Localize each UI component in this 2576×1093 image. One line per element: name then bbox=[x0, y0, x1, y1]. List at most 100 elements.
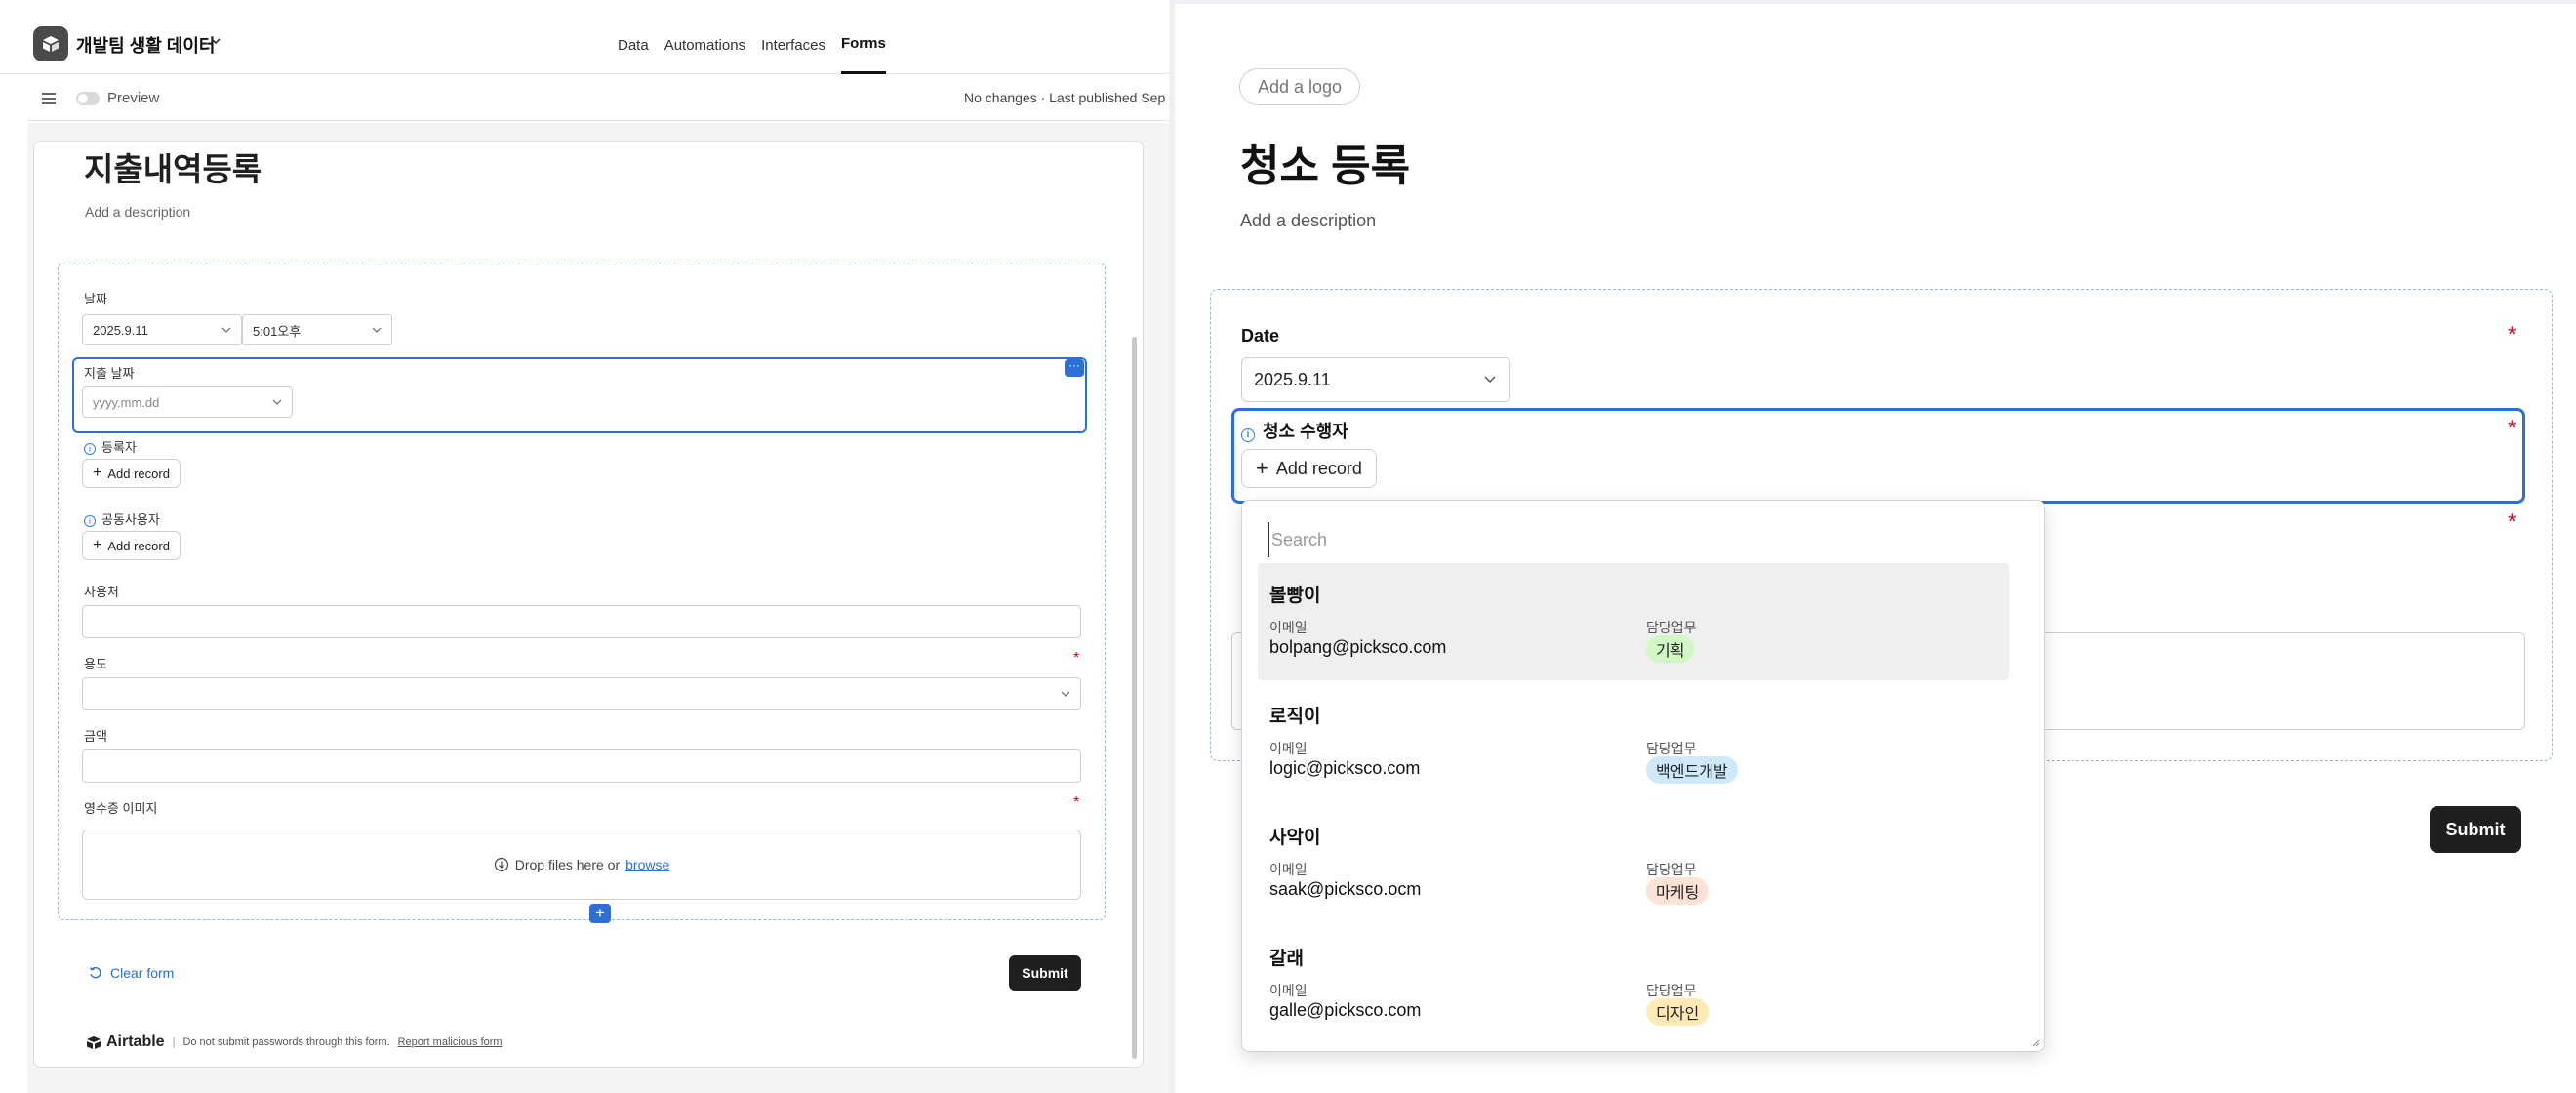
date-input[interactable]: 2025.9.11 bbox=[82, 314, 242, 345]
tab-interfaces[interactable]: Interfaces bbox=[761, 0, 825, 74]
add-record-button[interactable]: + Add record bbox=[82, 459, 181, 488]
info-icon: i bbox=[1241, 428, 1255, 442]
tab-data[interactable]: Data bbox=[618, 0, 649, 74]
form-title: 청소 등록 bbox=[1240, 142, 1411, 190]
tab-automations[interactable]: Automations bbox=[664, 0, 745, 74]
top-navigation-bar: 개발팀 생활 데이터 Data Automations Interfaces F… bbox=[0, 0, 1169, 74]
form-builder-window: 개발팀 생활 데이터 Data Automations Interfaces F… bbox=[0, 0, 1169, 1093]
submit-button[interactable]: Submit bbox=[2430, 806, 2521, 853]
email-value: bolpang@picksco.com bbox=[1269, 637, 1447, 657]
list-item[interactable]: 사악이 이메일 saak@picksco.ocm 담당업무 마케팅 bbox=[1258, 805, 2009, 922]
date-value: 2025.9.11 bbox=[93, 322, 148, 338]
plus-icon: + bbox=[93, 537, 102, 553]
email-key: 이메일 bbox=[1269, 620, 1308, 635]
add-logo-button[interactable]: Add a logo bbox=[1239, 68, 1361, 105]
field-label-purpose: 용도 bbox=[84, 657, 107, 671]
spend-date-input[interactable]: yyyy.mm.dd bbox=[82, 386, 293, 418]
email-value: galle@picksco.com bbox=[1269, 1000, 1422, 1020]
time-value: 5:01오후 bbox=[253, 323, 302, 339]
menu-icon[interactable] bbox=[41, 92, 57, 105]
required-mark: * bbox=[1073, 650, 1080, 667]
publish-status: No changes · Last published Sep bbox=[964, 90, 1166, 105]
field-label-date: Date bbox=[1241, 326, 1280, 345]
add-record-button[interactable]: + Add record bbox=[1241, 449, 1377, 488]
list-item[interactable]: 로직이 이메일 logic@picksco.com 담당업무 백엔드개발 bbox=[1258, 684, 2009, 801]
report-link[interactable]: Report malicious form bbox=[398, 1036, 503, 1048]
email-value: logic@picksco.com bbox=[1269, 758, 1421, 778]
role-key: 담당업무 bbox=[1646, 862, 1697, 877]
time-input[interactable]: 5:01오후 bbox=[242, 314, 392, 345]
list-item[interactable]: 볼빵이 이메일 bolpang@picksco.com 담당업무 기획 bbox=[1258, 563, 2009, 680]
form-title[interactable]: 지출내역등록 bbox=[84, 143, 262, 190]
clear-form-button[interactable]: Clear form bbox=[89, 965, 174, 981]
published-form-window: Add a logo 청소 등록 Add a description Date … bbox=[1169, 0, 2576, 1093]
field-label-amount: 금액 bbox=[84, 729, 107, 744]
record-name: 볼빵이 bbox=[1269, 586, 1321, 606]
required-mark: * bbox=[2508, 509, 2516, 534]
form-footer: Airtable | Do not submit passwords throu… bbox=[85, 1033, 503, 1051]
chevron-down-icon[interactable] bbox=[210, 36, 221, 46]
role-key: 담당업무 bbox=[1646, 620, 1697, 635]
form-card: 지출내역등록 Add a description 날짜 2025.9.11 5:… bbox=[33, 141, 1144, 1068]
add-field-button[interactable]: + bbox=[589, 904, 611, 923]
chevron-down-icon bbox=[372, 327, 382, 333]
reset-icon bbox=[89, 967, 101, 979]
info-icon: i bbox=[84, 443, 96, 455]
merchant-input[interactable] bbox=[82, 605, 1081, 638]
field-label-spend-date: 지출 날짜 bbox=[84, 366, 135, 381]
preview-toggle[interactable] bbox=[76, 92, 100, 105]
field-label-assignee: i 청소 수행자 bbox=[1241, 418, 1348, 443]
field-label-registrant: i 등록자 bbox=[84, 437, 137, 456]
role-key: 담당업무 bbox=[1646, 983, 1697, 998]
selected-field-outline[interactable] bbox=[1231, 408, 2525, 504]
plus-icon: + bbox=[1256, 456, 1268, 480]
search-input[interactable]: Search bbox=[1268, 522, 2009, 557]
airtable-logo-icon bbox=[87, 1036, 101, 1049]
amount-input[interactable] bbox=[82, 749, 1081, 783]
plus-icon: + bbox=[93, 465, 102, 481]
form-description: Add a description bbox=[1240, 211, 1377, 230]
submit-button[interactable]: Submit bbox=[1009, 955, 1081, 991]
required-mark: * bbox=[2508, 322, 2516, 346]
footer-notice: Do not submit passwords through this for… bbox=[182, 1036, 390, 1048]
info-icon: i bbox=[84, 515, 96, 527]
preview-label: Preview bbox=[107, 90, 160, 106]
chevron-down-icon bbox=[221, 327, 231, 333]
browse-link[interactable]: browse bbox=[625, 857, 669, 872]
role-tag: 마케팅 bbox=[1646, 877, 1710, 905]
date-value: 2025.9.11 bbox=[1254, 369, 1331, 389]
record-name: 갈래 bbox=[1269, 949, 1304, 969]
role-tag: 백엔드개발 bbox=[1646, 756, 1738, 784]
tab-forms[interactable]: Forms bbox=[840, 0, 886, 74]
footer-separator: | bbox=[172, 1036, 176, 1048]
role-key: 담당업무 bbox=[1646, 741, 1697, 756]
chevron-down-icon bbox=[272, 399, 282, 405]
upload-icon bbox=[494, 857, 508, 872]
file-drop-zone[interactable]: Drop files here or browse bbox=[82, 830, 1081, 900]
form-fields-area: 날짜 2025.9.11 5:01오후 ··· 지출 날짜 yyyy.mm.dd… bbox=[58, 263, 1106, 923]
date-input[interactable]: 2025.9.11 bbox=[1241, 357, 1510, 402]
record-name: 사악이 bbox=[1269, 828, 1321, 848]
airtable-logo: Airtable bbox=[85, 1033, 165, 1051]
form-description[interactable]: Add a description bbox=[85, 204, 190, 220]
base-logo-icon[interactable] bbox=[33, 26, 68, 61]
list-item[interactable]: 갈래 이메일 galle@picksco.com 담당업무 디자인 bbox=[1258, 926, 2009, 1043]
more-options-button[interactable]: ··· bbox=[1065, 359, 1084, 377]
add-record-button[interactable]: + Add record bbox=[82, 531, 181, 560]
field-label-co-user: i 공동사용자 bbox=[84, 509, 160, 528]
resize-handle-icon[interactable] bbox=[2031, 1037, 2040, 1047]
purpose-select[interactable] bbox=[82, 677, 1081, 710]
required-mark: * bbox=[1073, 794, 1080, 811]
email-value: saak@picksco.ocm bbox=[1269, 879, 1422, 899]
role-tag: 디자인 bbox=[1646, 998, 1710, 1026]
field-label-receipt: 영수증 이미지 bbox=[84, 801, 158, 816]
email-key: 이메일 bbox=[1269, 983, 1308, 998]
spend-date-placeholder: yyyy.mm.dd bbox=[93, 394, 160, 410]
field-label-merchant: 사용처 bbox=[84, 585, 119, 599]
drop-text: Drop files here or bbox=[514, 857, 621, 872]
nav-tabs: Data Automations Interfaces Forms bbox=[618, 0, 886, 74]
base-name[interactable]: 개발팀 생활 데이터 bbox=[76, 32, 215, 58]
builder-scrollbar[interactable] bbox=[1132, 337, 1137, 1059]
role-tag: 기획 bbox=[1646, 635, 1695, 663]
form-toolbar: Preview No changes · Last published Sep bbox=[27, 76, 1169, 121]
